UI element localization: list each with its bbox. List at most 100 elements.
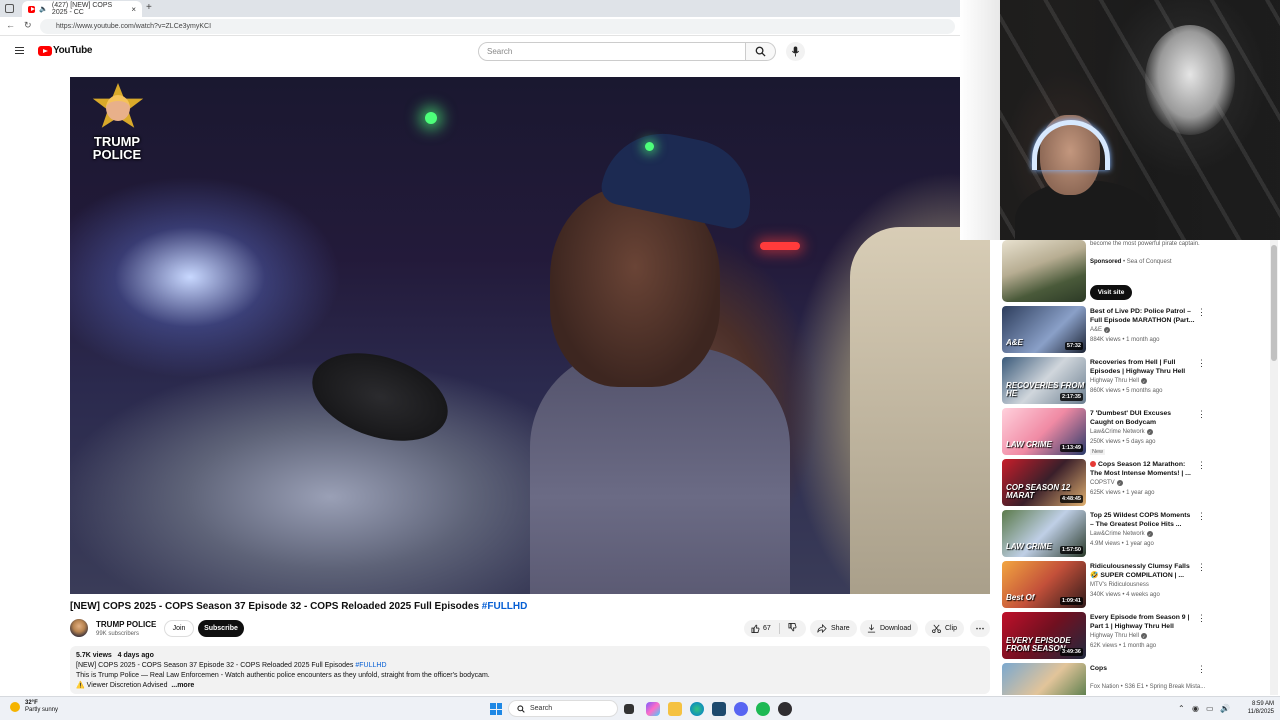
new-tab-button[interactable]: +	[146, 2, 152, 13]
hamburger-menu-icon[interactable]	[15, 47, 24, 54]
join-button[interactable]: Join	[164, 620, 194, 637]
recommended-video[interactable]: LAW CRIME 1:57:50 Top 25 Wildest COPS Mome…	[1000, 510, 1210, 560]
ad-thumbnail[interactable]	[1002, 240, 1086, 302]
video-player[interactable]: TRUMP POLICE	[70, 77, 990, 594]
edge-browser-icon[interactable]	[690, 702, 704, 716]
more-vertical-icon[interactable]: ⋮	[1197, 563, 1206, 572]
channel-name[interactable]: TRUMP POLICE	[96, 620, 156, 629]
recommended-channel-name: Law&Crime Network	[1090, 531, 1145, 537]
speaker-icon[interactable]: 🔈	[39, 5, 48, 13]
recommended-channel[interactable]: Highway Thru Hell ✓	[1090, 633, 1147, 639]
taskbar-search[interactable]: Search	[508, 700, 618, 717]
recommended-channel[interactable]: Law&Crime Network ✓	[1090, 429, 1153, 435]
recommended-channel[interactable]: COPSTV ✓	[1090, 480, 1123, 486]
recommended-video-title[interactable]: Ridiculousnessly Clumsy Falls 🤣 SUPER CO…	[1090, 562, 1195, 580]
like-dislike-group: 67	[744, 620, 806, 637]
video-thumbnail[interactable]: COP SEASON 12 MARAT 4:48:45	[1002, 459, 1086, 506]
like-count: 67	[763, 625, 771, 632]
recommended-channel[interactable]: A&E ✓	[1090, 327, 1111, 333]
show-more-link[interactable]: ...more	[171, 682, 194, 689]
video-thumbnail[interactable]	[1002, 663, 1086, 695]
recommended-video[interactable]: RECOVERIES FROM HE 2:17:35 Recoveries from…	[1000, 357, 1210, 407]
url-field[interactable]: https://www.youtube.com/watch?v=ZLCe3ymy…	[40, 19, 955, 34]
reload-icon[interactable]: ↻	[24, 20, 32, 31]
task-view-icon[interactable]	[624, 704, 634, 714]
network-icon[interactable]: ▭	[1206, 704, 1215, 713]
browser-tab-bar: 🔈 (427) [NEW] COPS 2025 - CC × +	[0, 0, 960, 17]
copilot-icon[interactable]	[646, 702, 660, 716]
more-vertical-icon[interactable]: ⋮	[1197, 512, 1206, 521]
volume-icon[interactable]: 🔊	[1220, 704, 1230, 713]
more-vertical-icon[interactable]: ⋮	[1197, 665, 1206, 674]
recommended-video-title[interactable]: Recoveries from Hell | Full Episodes | H…	[1090, 358, 1195, 376]
more-vertical-icon[interactable]: ⋮	[1197, 359, 1206, 368]
more-vertical-icon[interactable]: ⋮	[1197, 614, 1206, 623]
youtube-logo-icon[interactable]	[38, 46, 52, 56]
recommended-video-title[interactable]: Cops Season 12 Marathon: The Most Intens…	[1090, 460, 1195, 478]
terminal-icon[interactable]	[712, 702, 726, 716]
recommended-video-meta: 62K views • 1 month ago	[1090, 643, 1157, 649]
file-explorer-icon[interactable]	[668, 702, 682, 716]
youtube-logo-text[interactable]: YouTube	[53, 45, 93, 56]
video-thumbnail[interactable]: Best Of 1:09:41	[1002, 561, 1086, 608]
browser-tab[interactable]: 🔈 (427) [NEW] COPS 2025 - CC ×	[22, 1, 142, 17]
recommended-video[interactable]: LAW CRIME 1:13:49 7 'Dumbest' DUI Excuses …	[1000, 408, 1210, 458]
recommended-video-title[interactable]: 7 'Dumbest' DUI Excuses Caught on Bodyca…	[1090, 409, 1195, 427]
recommended-video-title[interactable]: Every Episode from Season 9 | Part 1 | H…	[1090, 613, 1195, 631]
recommended-video-meta: 4.9M views • 1 year ago	[1090, 541, 1154, 547]
recommended-video-title[interactable]: Top 25 Wildest COPS Moments – The Greate…	[1090, 511, 1195, 529]
recommended-video-title[interactable]: Cops	[1090, 664, 1195, 673]
more-vertical-icon[interactable]: ⋮	[1197, 308, 1206, 317]
search-input[interactable]: Search	[478, 42, 746, 61]
recommended-video[interactable]: COP SEASON 12 MARAT 4:48:45 Cops Season 12…	[1000, 459, 1210, 509]
visit-site-button[interactable]: Visit site	[1090, 285, 1132, 300]
close-tab-icon[interactable]: ×	[131, 5, 136, 14]
description-meta: 5.7K views 4 days ago	[76, 651, 984, 661]
description-hashtag[interactable]: #FULLHD	[355, 662, 386, 669]
recommended-channel-name: Highway Thru Hell	[1090, 633, 1139, 639]
more-vertical-icon[interactable]: ⋮	[1197, 410, 1206, 419]
more-vertical-icon[interactable]: ⋮	[1197, 461, 1206, 470]
video-thumbnail[interactable]: EVERY EPISODE FROM SEASON 3:49:36	[1002, 612, 1086, 659]
clip-button[interactable]: Clip	[925, 620, 965, 637]
weather-widget[interactable]: 32°F Partly sunny	[10, 700, 58, 714]
youtube-header: YouTube Search	[0, 37, 1000, 67]
recommended-video[interactable]: EVERY EPISODE FROM SEASON 3:49:36 Every Ep…	[1000, 612, 1210, 662]
download-button[interactable]: Download	[860, 620, 919, 637]
recommended-channel[interactable]: Fox Nation • S36 E1 • Spring Break Mista…	[1090, 684, 1205, 690]
channel-avatar[interactable]	[70, 619, 88, 637]
start-button[interactable]	[490, 703, 502, 715]
scrollbar-thumb[interactable]	[1271, 245, 1277, 361]
search-button[interactable]	[746, 42, 776, 61]
recommended-channel[interactable]: Highway Thru Hell ✓	[1090, 378, 1147, 384]
video-title-hashtag[interactable]: #FULLHD	[482, 601, 528, 612]
recommended-video[interactable]: Cops Fox Nation • S36 E1 • Spring Break M…	[1000, 663, 1210, 695]
video-thumbnail[interactable]: LAW CRIME 1:57:50	[1002, 510, 1086, 557]
like-button[interactable]: 67	[751, 624, 771, 633]
video-thumbnail[interactable]: RECOVERIES FROM HE 2:17:35	[1002, 357, 1086, 404]
dislike-button[interactable]	[788, 623, 797, 634]
recommended-channel-name: MTV's Ridiculousness	[1090, 582, 1149, 588]
streamer-webcam	[960, 0, 1280, 240]
description-box[interactable]: 5.7K views 4 days ago [NEW] COPS 2025 - …	[70, 646, 990, 694]
tray-chevron-icon[interactable]: ⌃	[1178, 704, 1187, 713]
window-menu-icon[interactable]	[5, 4, 14, 13]
voice-search-button[interactable]	[786, 42, 805, 61]
share-button[interactable]: Share	[810, 620, 857, 637]
more-actions-button[interactable]: ⋯	[970, 620, 990, 637]
video-thumbnail[interactable]: LAW CRIME 1:13:49	[1002, 408, 1086, 455]
obs-icon[interactable]	[778, 702, 792, 716]
sponsored-label: Sponsored	[1090, 259, 1122, 265]
recommended-video-title[interactable]: Best of Live PD: Police Patrol – Full Ep…	[1090, 307, 1195, 325]
video-thumbnail[interactable]: A&E 57:32	[1002, 306, 1086, 353]
spotify-icon[interactable]	[756, 702, 770, 716]
subscribe-button[interactable]: Subscribe	[198, 620, 244, 637]
sidebar-scrollbar[interactable]	[1270, 240, 1278, 695]
recommended-video[interactable]: Best Of 1:09:41 Ridiculousnessly Clumsy Fa…	[1000, 561, 1210, 611]
discord-icon[interactable]	[734, 702, 748, 716]
recommended-channel[interactable]: MTV's Ridiculousness	[1090, 582, 1149, 588]
back-icon[interactable]: ←	[6, 20, 15, 30]
recommended-video[interactable]: A&E 57:32 Best of Live PD: Police Patrol –…	[1000, 306, 1210, 356]
recommended-channel[interactable]: Law&Crime Network ✓	[1090, 531, 1153, 537]
system-clock[interactable]: 8:59 AM 11/8/2025	[1236, 700, 1274, 716]
